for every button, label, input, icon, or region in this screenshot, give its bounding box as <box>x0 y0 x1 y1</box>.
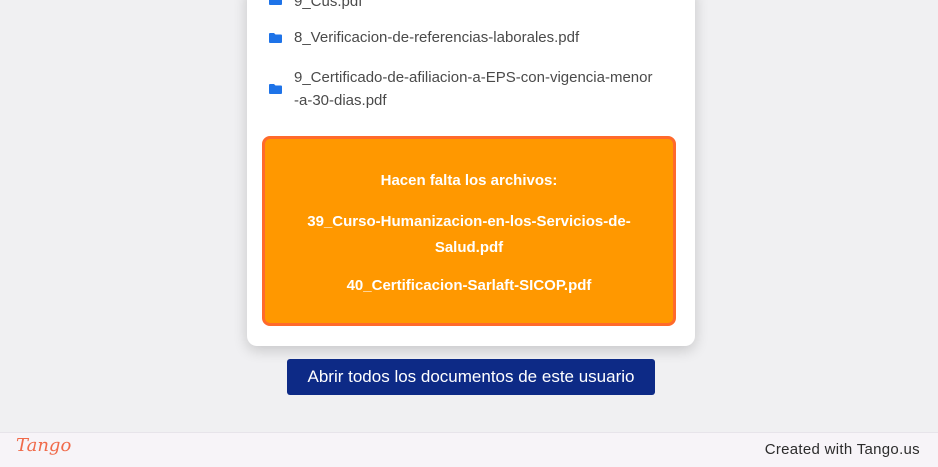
file-list-item[interactable]: 8_Verificacion-de-referencias-laborales.… <box>269 26 654 49</box>
alert-title: Hacen falta los archivos: <box>380 172 558 189</box>
missing-file-name: 39_Curso-Humanizacion-en-los-Servicios-d… <box>307 213 631 256</box>
folder-icon <box>269 33 282 43</box>
documents-card: 9_Cus.pdf 8_Verificacion-de-referencias-… <box>247 0 695 346</box>
screenshot-viewport: 9_Cus.pdf 8_Verificacion-de-referencias-… <box>0 0 938 432</box>
missing-files-alert: Hacen falta los archivos: 39_Curso-Human… <box>262 136 676 326</box>
file-name: 8_Verificacion-de-referencias-laborales.… <box>294 29 580 46</box>
tango-footer: Tango Created with Tango.us <box>0 432 938 467</box>
file-list-item[interactable]: 9_Cus.pdf <box>269 0 654 13</box>
open-all-documents-button[interactable]: Abrir todos los documentos de este usuar… <box>287 359 655 395</box>
file-list-item[interactable]: 9_Certificado-de-afiliacion-a-EPS-con-vi… <box>269 66 654 112</box>
tango-logo[interactable]: Tango <box>16 435 71 456</box>
file-name: 9_Cus.pdf <box>294 0 363 10</box>
missing-file-name: 40_Certificacion-Sarlaft-SICOP.pdf <box>346 277 592 294</box>
file-name: 9_Certificado-de-afiliacion-a-EPS-con-vi… <box>294 69 653 109</box>
created-with-text[interactable]: Created with Tango.us <box>765 441 920 458</box>
folder-icon <box>269 84 282 94</box>
folder-icon <box>269 0 282 5</box>
